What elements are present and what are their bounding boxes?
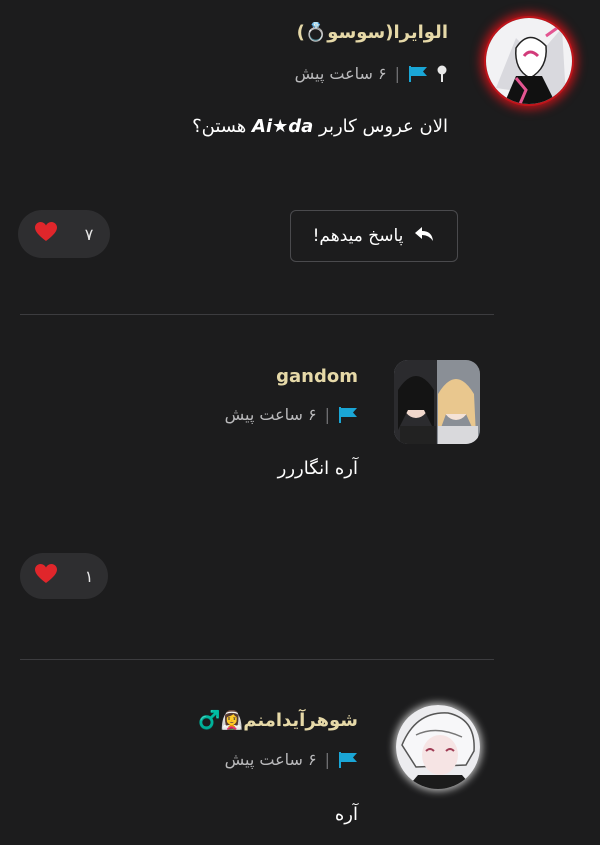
comment-text: الان عروس کاربر Ai★da هستن؟: [192, 116, 448, 137]
reply-arrow-icon: [413, 225, 435, 248]
divider: [20, 314, 494, 315]
flag-icon[interactable]: [338, 751, 358, 768]
avatar[interactable]: [484, 16, 574, 106]
comment-text: آره انگاررر: [277, 458, 358, 479]
heart-icon: [34, 222, 57, 246]
comment-author[interactable]: gandom: [276, 366, 358, 387]
like-count: ۱: [84, 566, 94, 586]
comment-meta: | ۶ ساعت پیش: [225, 750, 358, 769]
like-count: ۷: [84, 224, 94, 244]
separator: |: [394, 64, 400, 83]
comment-time: ۶ ساعت پیش: [224, 405, 317, 424]
reply-button[interactable]: پاسخ میدهم!: [290, 210, 458, 262]
separator: |: [324, 405, 330, 424]
comment-author[interactable]: شوهرآیدامنم👰‍♀️♂️: [198, 710, 358, 731]
heart-icon: [34, 564, 57, 588]
flag-icon[interactable]: [338, 406, 358, 423]
comment-text: آره: [334, 804, 358, 825]
comment-meta: | ۶ ساعت پیش: [225, 405, 358, 424]
comment-meta: | ۶ ساعت پیش: [295, 64, 448, 83]
comment-time: ۶ ساعت پیش: [294, 64, 387, 83]
separator: |: [324, 750, 330, 769]
reply-label: پاسخ میدهم!: [312, 226, 404, 246]
comment-author[interactable]: الوایرا(سوسو💍): [297, 22, 448, 43]
divider: [20, 659, 494, 660]
avatar[interactable]: [394, 360, 480, 444]
avatar[interactable]: [396, 705, 480, 789]
flag-icon[interactable]: [408, 65, 428, 82]
comment-time: ۶ ساعت پیش: [224, 750, 317, 769]
location-pin-icon: [436, 65, 448, 83]
like-button[interactable]: ۷: [18, 210, 110, 258]
like-button[interactable]: ۱: [20, 553, 108, 599]
mention[interactable]: Ai★da: [252, 116, 313, 137]
